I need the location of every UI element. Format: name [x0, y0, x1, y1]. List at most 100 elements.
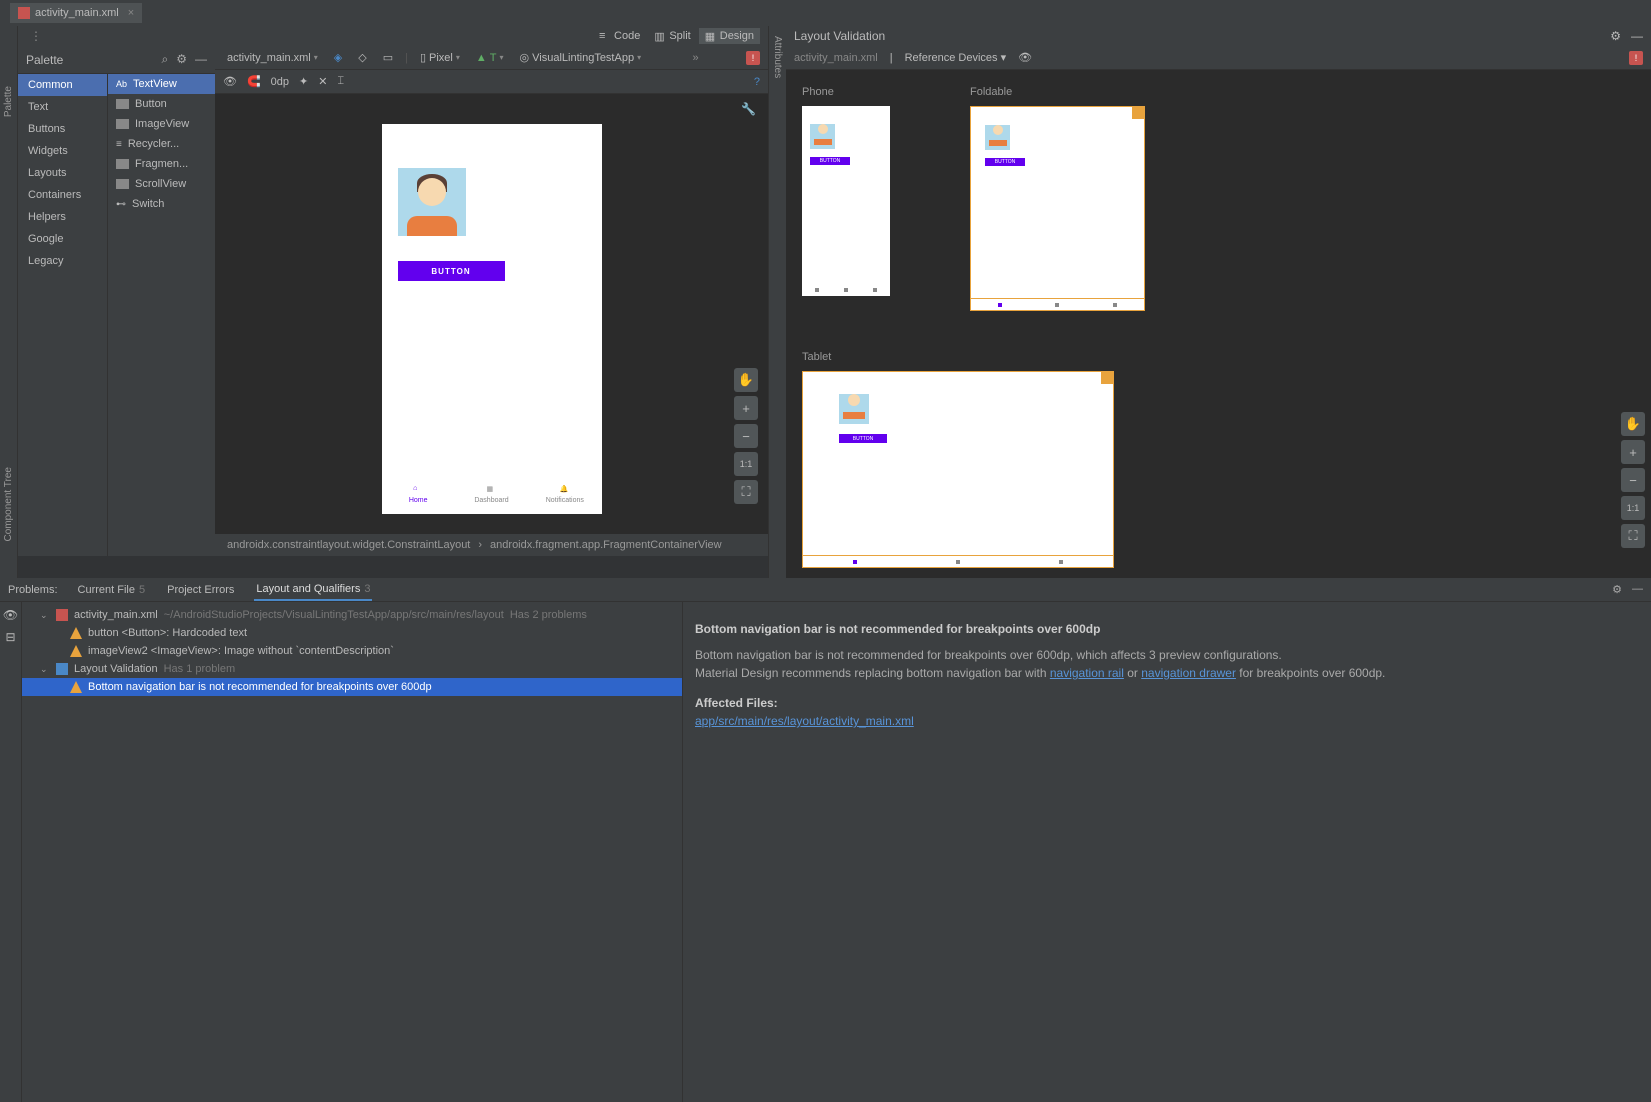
fragment-icon: [116, 159, 129, 169]
tb-orientation-icon[interactable]: ▭: [379, 49, 397, 66]
zoom-out-btn[interactable]: −: [1621, 468, 1645, 492]
view-mode-bar: ⋮ ≡Code ▥Split ▦Design: [18, 26, 768, 46]
left-gutter: Palette Component Tree: [0, 26, 18, 578]
design-view-btn[interactable]: ▦Design: [699, 28, 760, 44]
phone-preview[interactable]: BUTTON ⌂Home ▦Dashboard 🔔Notifications: [382, 124, 602, 514]
close-icon[interactable]: ×: [128, 7, 134, 19]
val-eye-icon[interactable]: 👁: [1018, 51, 1032, 64]
comp-recycler[interactable]: ≡Recycler...: [108, 134, 215, 154]
zoom-11-btn[interactable]: 1:1: [1621, 496, 1645, 520]
fullscreen-icon[interactable]: ⛶: [1621, 524, 1645, 548]
bell-icon: 🔔: [560, 485, 570, 495]
collapse-icon[interactable]: ⊟: [5, 630, 15, 644]
warning-badge-icon[interactable]: !: [746, 51, 760, 65]
tb-guideline-icon[interactable]: ⌶: [337, 75, 344, 88]
minimize-icon[interactable]: —: [1631, 29, 1643, 43]
problems-tree: ⌄ activity_main.xml ~/AndroidStudioProje…: [22, 602, 682, 1102]
crumb-constraint[interactable]: androidx.constraintlayout.widget.Constra…: [227, 539, 470, 551]
tb-theme[interactable]: ▲ T▾: [472, 50, 508, 66]
eye-icon[interactable]: 👁: [3, 608, 18, 622]
pan-icon[interactable]: ✋: [1621, 412, 1645, 436]
tree-warning-2[interactable]: imageView2 <ImageView>: Image without `c…: [22, 642, 682, 660]
tb-blueprint-icon[interactable]: ◇: [354, 49, 370, 66]
comp-scrollview[interactable]: ScrollView: [108, 174, 215, 194]
comp-imageview[interactable]: ImageView: [108, 114, 215, 134]
design-surface[interactable]: 🔧 BUTTON ⌂Home ▦Dashboard 🔔Notifications: [215, 94, 768, 534]
preview-button: BUTTON: [398, 261, 505, 281]
foldable-preview[interactable]: BUTTON: [970, 106, 1145, 311]
component-tree-toggle[interactable]: Component Tree: [3, 467, 14, 542]
link-nav-drawer[interactable]: navigation drawer: [1141, 666, 1236, 680]
foldable-label: Foldable: [970, 86, 1145, 98]
nav-home: ⌂Home: [382, 474, 455, 514]
gear-icon[interactable]: ⚙: [1610, 29, 1621, 43]
pan-icon[interactable]: ✋: [734, 368, 758, 392]
crumb-fragment[interactable]: androidx.fragment.app.FragmentContainerV…: [490, 539, 722, 551]
palette: Palette ⌕ ⚙ — Common Text Buttons Widget…: [18, 46, 215, 556]
category-containers[interactable]: Containers: [18, 184, 107, 206]
split-view-btn[interactable]: ▥Split: [648, 28, 696, 44]
problem-detail: Bottom navigation bar is not recommended…: [682, 602, 1651, 1102]
wrench-icon[interactable]: 🔧: [741, 102, 756, 116]
minimize-icon[interactable]: —: [195, 52, 207, 67]
gear-icon[interactable]: ⚙: [176, 52, 187, 67]
tab-current-file[interactable]: Current File5: [76, 580, 148, 600]
affected-label: Affected Files:: [695, 694, 1639, 712]
comp-fragment[interactable]: Fragmen...: [108, 154, 215, 174]
nav-dashboard: ▦Dashboard: [455, 474, 528, 514]
bottom-nav: ⌂Home ▦Dashboard 🔔Notifications: [382, 474, 602, 514]
more-icon[interactable]: ⋮: [30, 29, 42, 43]
val-warning-icon[interactable]: !: [1629, 51, 1643, 65]
zoom-in-btn[interactable]: +: [1621, 440, 1645, 464]
warning-icon: [70, 627, 82, 639]
category-legacy[interactable]: Legacy: [18, 250, 107, 272]
tb-app[interactable]: ◎ VisualLintingTestApp▾: [516, 49, 646, 66]
tb-device[interactable]: ▯ Pixel▾: [416, 49, 464, 66]
attributes-toggle[interactable]: Attributes: [772, 36, 783, 578]
tree-warning-1[interactable]: button <Button>: Hardcoded text: [22, 624, 682, 642]
category-layouts[interactable]: Layouts: [18, 162, 107, 184]
tb-wand-icon[interactable]: ✦: [299, 75, 308, 88]
tree-file-node[interactable]: ⌄ activity_main.xml ~/AndroidStudioProje…: [22, 606, 682, 624]
zoom-out-btn[interactable]: −: [734, 424, 758, 448]
palette-toggle[interactable]: Palette: [3, 86, 14, 117]
tb-surface-icon[interactable]: ◈: [330, 49, 346, 66]
affected-file-link[interactable]: app/src/main/res/layout/activity_main.xm…: [695, 714, 914, 728]
minimize-icon[interactable]: —: [1632, 583, 1643, 596]
link-nav-rail[interactable]: navigation rail: [1050, 666, 1124, 680]
zoom-11-btn[interactable]: 1:1: [734, 452, 758, 476]
val-devices-dd[interactable]: Reference Devices ▾: [905, 51, 1007, 64]
breadcrumb: androidx.constraintlayout.widget.Constra…: [215, 534, 768, 556]
comp-textview[interactable]: AbTextView: [108, 74, 215, 94]
tb-clear-icon[interactable]: ✕: [318, 75, 327, 88]
category-google[interactable]: Google: [18, 228, 107, 250]
comp-switch[interactable]: ⊷Switch: [108, 194, 215, 214]
help-icon[interactable]: ?: [754, 76, 760, 88]
problems-label: Problems:: [8, 584, 58, 596]
category-buttons[interactable]: Buttons: [18, 118, 107, 140]
tb-eye-icon[interactable]: 👁: [223, 75, 237, 88]
category-text[interactable]: Text: [18, 96, 107, 118]
file-tab[interactable]: activity_main.xml ×: [10, 3, 142, 23]
fullscreen-icon[interactable]: ⛶: [734, 480, 758, 504]
phone-label: Phone: [802, 86, 890, 98]
tree-layout-validation[interactable]: ⌄ Layout Validation Has 1 problem: [22, 660, 682, 678]
comp-button[interactable]: Button: [108, 94, 215, 114]
tablet-preview[interactable]: BUTTON: [802, 371, 1114, 568]
category-helpers[interactable]: Helpers: [18, 206, 107, 228]
layout-validation: Layout Validation ⚙— activity_main.xml |…: [786, 26, 1651, 578]
tb-dp[interactable]: 0dp: [271, 76, 289, 88]
zoom-in-btn[interactable]: +: [734, 396, 758, 420]
category-widgets[interactable]: Widgets: [18, 140, 107, 162]
tree-warning-3[interactable]: Bottom navigation bar is not recommended…: [22, 678, 682, 696]
tab-layout-qualifiers[interactable]: Layout and Qualifiers3: [254, 579, 372, 601]
search-icon[interactable]: ⌕: [162, 52, 169, 67]
tb-magnet-icon[interactable]: 🧲: [247, 75, 261, 88]
gear-icon[interactable]: ⚙: [1612, 583, 1622, 596]
tb-file[interactable]: activity_main.xml▾: [223, 50, 322, 66]
warning-icon: [1132, 107, 1144, 119]
category-common[interactable]: Common: [18, 74, 107, 96]
phone-preview-mini[interactable]: BUTTON: [802, 106, 890, 296]
code-view-btn[interactable]: ≡Code: [593, 28, 646, 44]
tab-project-errors[interactable]: Project Errors: [165, 580, 236, 600]
